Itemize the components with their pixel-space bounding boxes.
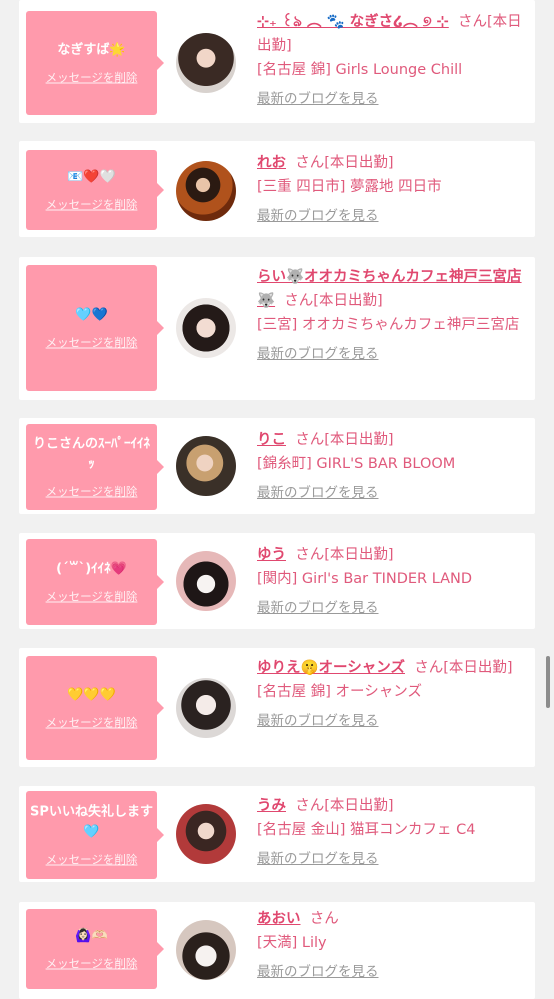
latest-blog-link[interactable]: 最新のブログを見る xyxy=(257,484,525,502)
message-bubble: 📧❤️🤍 メッセージを削除 xyxy=(26,150,164,230)
message-bubble: 🙆🏻‍♀️🫶🏻 メッセージを削除 xyxy=(26,909,164,989)
scrollbar[interactable] xyxy=(546,656,550,708)
shop-name: [関内] Girl's Bar TINDER LAND xyxy=(257,571,473,587)
delete-message-link[interactable]: メッセージを削除 xyxy=(46,336,138,350)
attendance-label: さん[本日出勤] xyxy=(295,432,394,448)
attendance-label: さん[本日出勤] xyxy=(295,155,394,171)
shop-name: [名古屋 錦] オーシャンズ xyxy=(257,684,422,700)
avatar[interactable] xyxy=(176,436,236,496)
message-text: (ˊ꒳ˋ)ｲｲﾈ💗 xyxy=(56,561,127,577)
latest-blog-link[interactable]: 最新のブログを見る xyxy=(257,207,525,225)
avatar[interactable] xyxy=(176,161,236,221)
message-card: 🩵💙 メッセージを削除 らい🐺オオカミちゃんカフェ神戸三宮店🐺 さん[本日出勤]… xyxy=(19,257,535,400)
message-text: SPいいね失礼します🩵 xyxy=(30,804,153,840)
attendance-label: さん[本日出勤] xyxy=(284,293,383,309)
message-card: りこさんのｽｰﾊﾟｰｲｲﾈｯ メッセージを削除 りこ さん[本日出勤] [錦糸町… xyxy=(19,418,535,514)
message-text: 💛💛💛 xyxy=(67,687,116,703)
message-card: 💛💛💛 メッセージを削除 ゆりえ🤫オーシャンズ さん[本日出勤] [名古屋 錦]… xyxy=(19,648,535,767)
shop-name: [三宮] オオカミちゃんカフェ神戸三宮店 xyxy=(257,317,520,333)
cast-name-link[interactable]: りこ xyxy=(257,432,286,448)
like-message-list: なぎすば🌟 メッセージを削除 ⊹₊ ꒰ঌ ︵ 🐾 なぎさ໒︵ ୭ ⊹ さん[本日… xyxy=(0,0,554,999)
message-bubble: 🩵💙 メッセージを削除 xyxy=(26,265,164,391)
cast-name-link[interactable]: れお xyxy=(257,155,286,171)
message-bubble: (ˊ꒳ˋ)ｲｲﾈ💗 メッセージを削除 xyxy=(26,539,164,625)
message-bubble: なぎすば🌟 メッセージを削除 xyxy=(26,11,164,115)
delete-message-link[interactable]: メッセージを削除 xyxy=(46,71,138,85)
message-text: 📧❤️🤍 xyxy=(67,169,116,185)
shop-name: [名古屋 錦] Girls Lounge Chill xyxy=(257,62,463,78)
cast-name-link[interactable]: うみ xyxy=(257,798,286,814)
avatar[interactable] xyxy=(176,298,236,358)
message-card: 📧❤️🤍 メッセージを削除 れお さん[本日出勤] [三重 四日市] 夢露地 四… xyxy=(19,141,535,237)
latest-blog-link[interactable]: 最新のブログを見る xyxy=(257,963,525,981)
shop-name: [三重 四日市] 夢露地 四日市 xyxy=(257,179,442,195)
cast-name-link[interactable]: ⊹₊ ꒰ঌ ︵ 🐾 なぎさ໒︵ ୭ ⊹ xyxy=(257,14,449,30)
avatar[interactable] xyxy=(176,678,236,738)
avatar[interactable] xyxy=(176,804,236,864)
delete-message-link[interactable]: メッセージを削除 xyxy=(46,198,138,212)
attendance-label: さん xyxy=(309,911,339,927)
message-text: なぎすば🌟 xyxy=(57,42,126,58)
message-bubble: りこさんのｽｰﾊﾟｰｲｲﾈｯ メッセージを削除 xyxy=(26,424,164,510)
cast-name-link[interactable]: ゆう xyxy=(257,547,286,563)
shop-name: [天満] Lily xyxy=(257,935,327,951)
message-bubble: SPいいね失礼します🩵 メッセージを削除 xyxy=(26,791,164,879)
message-card: なぎすば🌟 メッセージを削除 ⊹₊ ꒰ঌ ︵ 🐾 なぎさ໒︵ ୭ ⊹ さん[本日… xyxy=(19,0,535,123)
attendance-label: さん[本日出勤] xyxy=(295,798,394,814)
message-card: (ˊ꒳ˋ)ｲｲﾈ💗 メッセージを削除 ゆう さん[本日出勤] [関内] Girl… xyxy=(19,533,535,629)
cast-name-link[interactable]: ゆりえ🤫オーシャンズ xyxy=(257,660,405,676)
delete-message-link[interactable]: メッセージを削除 xyxy=(46,853,138,867)
shop-name: [錦糸町] GIRL'S BAR BLOOM xyxy=(257,456,456,472)
avatar[interactable] xyxy=(176,920,236,980)
message-text: 🙆🏻‍♀️🫶🏻 xyxy=(75,928,108,944)
delete-message-link[interactable]: メッセージを削除 xyxy=(46,485,138,499)
cast-name-link[interactable]: あおい xyxy=(257,911,301,927)
attendance-label: さん[本日出勤] xyxy=(295,547,394,563)
delete-message-link[interactable]: メッセージを削除 xyxy=(46,590,138,604)
latest-blog-link[interactable]: 最新のブログを見る xyxy=(257,345,525,363)
avatar[interactable] xyxy=(176,33,236,93)
message-bubble: 💛💛💛 メッセージを削除 xyxy=(26,656,164,760)
shop-name: [名古屋 金山] 猫耳コンカフェ C4 xyxy=(257,822,476,838)
latest-blog-link[interactable]: 最新のブログを見る xyxy=(257,712,525,730)
message-card: 🙆🏻‍♀️🫶🏻 メッセージを削除 あおい さん [天満] Lily 最新のブログ… xyxy=(19,902,535,999)
delete-message-link[interactable]: メッセージを削除 xyxy=(46,716,138,730)
latest-blog-link[interactable]: 最新のブログを見る xyxy=(257,90,525,108)
attendance-label: さん[本日出勤] xyxy=(414,660,513,676)
message-text: 🩵💙 xyxy=(75,307,108,323)
latest-blog-link[interactable]: 最新のブログを見る xyxy=(257,850,525,868)
message-card: SPいいね失礼します🩵 メッセージを削除 うみ さん[本日出勤] [名古屋 金山… xyxy=(19,786,535,882)
delete-message-link[interactable]: メッセージを削除 xyxy=(46,957,138,971)
message-text: りこさんのｽｰﾊﾟｰｲｲﾈｯ xyxy=(32,436,150,472)
latest-blog-link[interactable]: 最新のブログを見る xyxy=(257,599,525,617)
avatar[interactable] xyxy=(176,551,236,611)
